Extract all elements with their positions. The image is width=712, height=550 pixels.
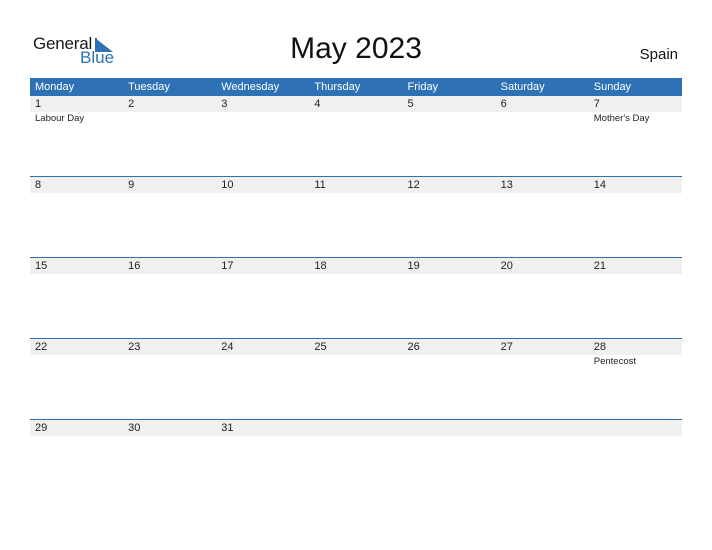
day-number: 1 <box>35 98 42 110</box>
day-cell: 19 <box>403 258 496 274</box>
day-number: 6 <box>500 98 507 110</box>
weekday-tuesday: Tuesday <box>128 81 170 93</box>
day-number: 12 <box>407 179 420 191</box>
holiday-label: Mother's Day <box>593 113 650 124</box>
week-row: 15 16 17 18 19 20 21 <box>30 257 682 339</box>
calendar-title: May 2023 <box>290 32 422 65</box>
day-number: 10 <box>221 179 234 191</box>
day-cell: 21 <box>589 258 682 274</box>
day-number: 11 <box>314 179 326 191</box>
weekday-saturday: Saturday <box>500 81 545 93</box>
day-number: 20 <box>500 260 513 272</box>
day-number: 3 <box>221 98 228 110</box>
day-number: 17 <box>221 260 234 272</box>
day-cell <box>589 420 682 436</box>
weekday-thursday: Thursday <box>314 81 361 93</box>
day-cell: 9 <box>123 177 216 193</box>
day-number: 23 <box>128 341 141 353</box>
holiday-label: Labour Day <box>35 113 85 124</box>
day-cell: 14 <box>589 177 682 193</box>
week-cells: 29 30 31 <box>30 420 682 436</box>
day-cell: 5 <box>403 96 496 125</box>
day-number <box>408 420 496 436</box>
day-cell: 26 <box>403 339 496 368</box>
day-cell: 24 <box>216 339 309 368</box>
day-cell: 23 <box>123 339 216 368</box>
week-row: 8 9 10 11 12 13 14 <box>30 176 682 258</box>
day-number: 2 <box>128 98 135 110</box>
day-cell <box>403 420 496 436</box>
week-cells: 15 16 17 18 19 20 21 <box>30 258 682 274</box>
day-cell: 13 <box>496 177 589 193</box>
day-number: 22 <box>35 341 48 353</box>
week-row: 29 30 31 <box>30 419 682 501</box>
day-number: 31 <box>221 422 234 434</box>
day-cell: 4 <box>309 96 402 125</box>
day-cell: 20 <box>496 258 589 274</box>
day-cell: 11 <box>309 177 402 193</box>
week-row: 22 23 24 25 26 27 28 Pentecost <box>30 338 682 420</box>
day-number: 29 <box>35 422 48 434</box>
day-cell: 10 <box>216 177 309 193</box>
holiday-label: Pentecost <box>593 356 636 367</box>
day-number: 4 <box>314 98 321 110</box>
day-cell: 28 Pentecost <box>589 339 682 368</box>
weekday-friday: Friday <box>407 81 439 93</box>
week-cells: 22 23 24 25 26 27 28 Pentecost <box>30 339 682 368</box>
day-number: 18 <box>314 260 327 272</box>
day-cell: 25 <box>309 339 402 368</box>
weekday-monday: Monday <box>35 81 75 93</box>
day-cell: 18 <box>309 258 402 274</box>
weekday-wednesday: Wednesday <box>221 81 280 93</box>
day-cell <box>309 420 402 436</box>
day-cell: 2 <box>123 96 216 125</box>
day-cell: 29 <box>30 420 123 436</box>
day-number: 24 <box>221 341 234 353</box>
day-cell: 3 <box>216 96 309 125</box>
day-number: 13 <box>500 179 513 191</box>
day-number: 5 <box>407 98 414 110</box>
day-number: 21 <box>593 260 606 272</box>
day-cell: 17 <box>216 258 309 274</box>
day-cell: 30 <box>123 420 216 436</box>
weekday-sunday: Sunday <box>593 81 632 93</box>
country-label: Spain <box>639 46 678 63</box>
day-cell: 15 <box>30 258 123 274</box>
day-cell: 31 <box>216 420 309 436</box>
day-cell: 27 <box>496 339 589 368</box>
day-cell: 6 <box>496 96 589 125</box>
day-number: 15 <box>35 260 48 272</box>
day-cell: 8 <box>30 177 123 193</box>
day-number: 26 <box>407 341 420 353</box>
day-number: 7 <box>593 98 600 110</box>
week-row: 1 Labour Day 2 3 4 5 6 7 Mother's Day <box>30 96 682 177</box>
day-cell: 16 <box>123 258 216 274</box>
day-number: 25 <box>314 341 327 353</box>
day-cell: 12 <box>403 177 496 193</box>
day-number: 19 <box>407 260 420 272</box>
weekday-header: Monday Tuesday Wednesday Thursday Friday… <box>30 78 682 96</box>
week-cells: 8 9 10 11 12 13 14 <box>30 177 682 193</box>
day-number <box>594 420 682 436</box>
day-cell <box>496 420 589 436</box>
day-cell: 22 <box>30 339 123 368</box>
day-number <box>314 420 402 436</box>
day-number: 27 <box>500 341 513 353</box>
day-number: 16 <box>128 260 141 272</box>
day-number: 28 <box>593 341 606 353</box>
day-number: 9 <box>128 179 135 191</box>
day-number: 14 <box>593 179 606 191</box>
day-number: 8 <box>35 179 42 191</box>
day-cell: 1 Labour Day <box>30 96 123 125</box>
day-number <box>501 420 589 436</box>
day-cell: 7 Mother's Day <box>589 96 682 125</box>
day-number: 30 <box>128 422 141 434</box>
week-cells: 1 Labour Day 2 3 4 5 6 7 Mother's Day <box>30 96 682 125</box>
